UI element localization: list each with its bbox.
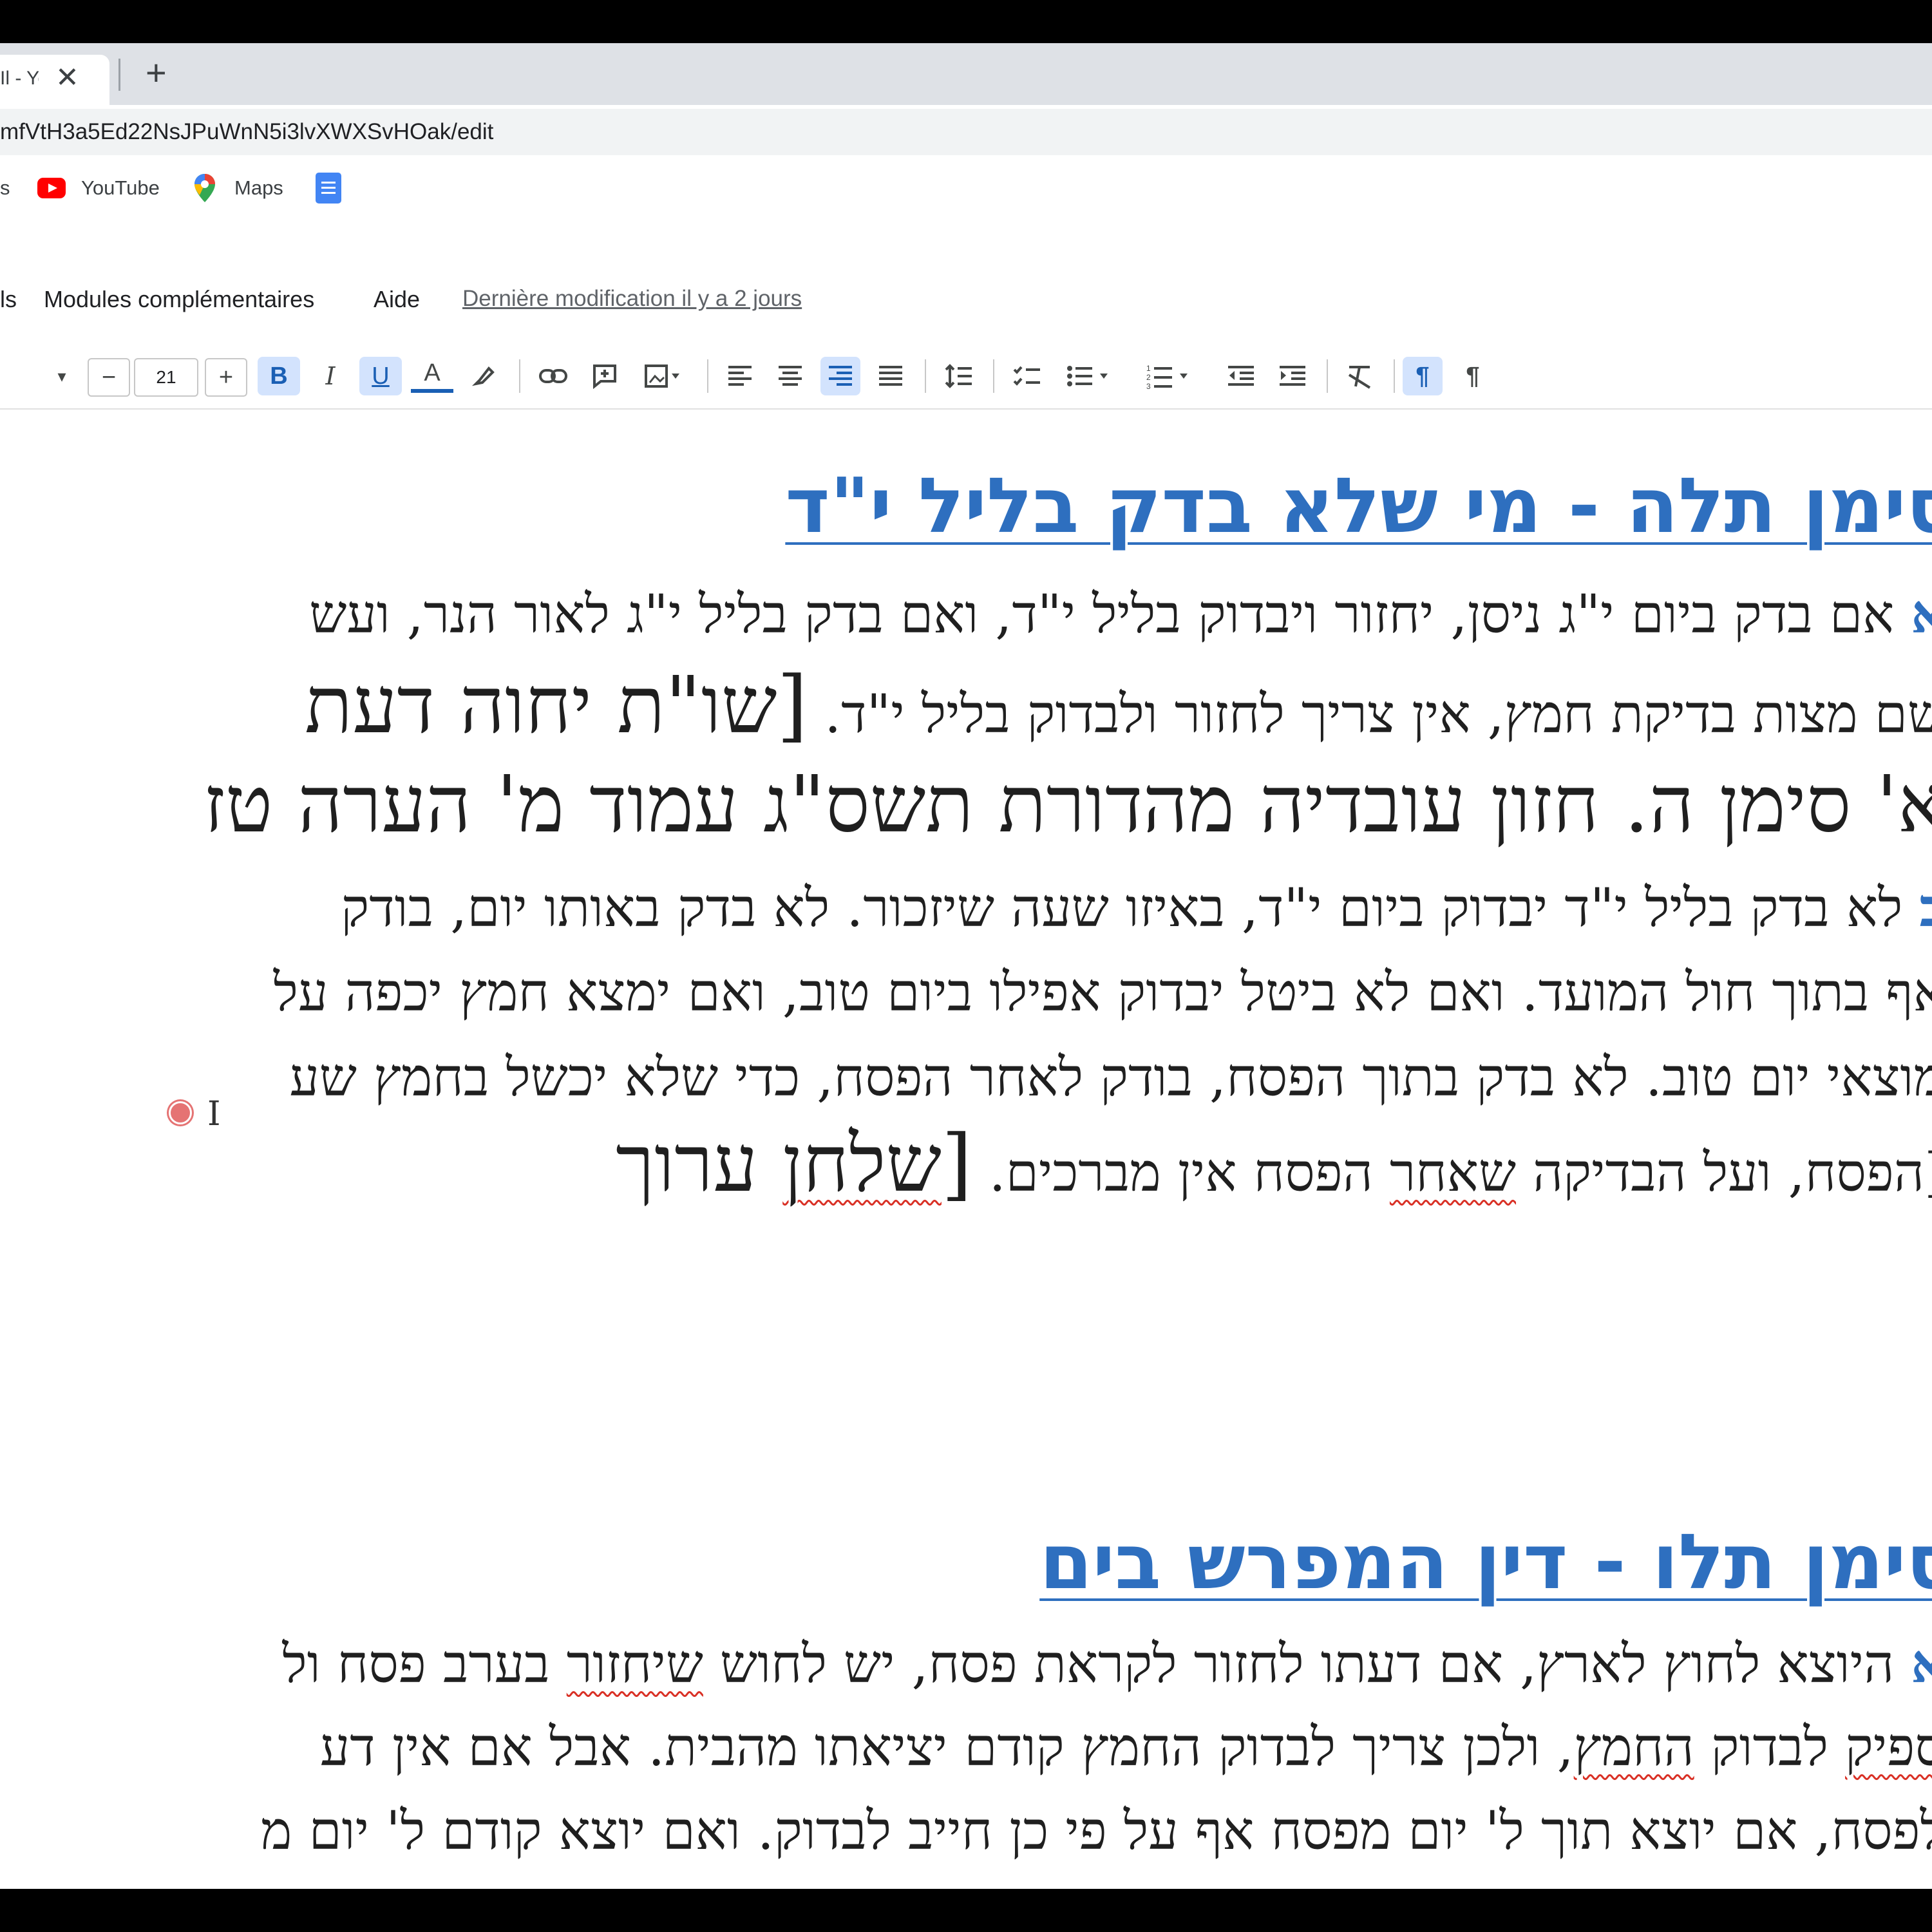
spelling-error: ספיק xyxy=(1845,1717,1932,1778)
spelling-error: שיחזור xyxy=(566,1634,703,1695)
heading-siman-436: סימן תלו - דין המפרש בים xyxy=(1039,1517,1932,1606)
bookmark-prev-label: s xyxy=(0,176,10,199)
spelling-error: שלחן xyxy=(782,1118,942,1209)
formatting-toolbar: ▾ − 21 + B I U A 1 2 3 ¶ ¶ xyxy=(0,344,1932,410)
align-center-icon[interactable] xyxy=(770,357,810,395)
docs-icon xyxy=(316,173,341,204)
paragraph-line: א' סימן ה. חזון עובדיה מהדורת תשס"ג עמוד… xyxy=(203,759,1932,850)
rtl-paragraph-icon[interactable]: ¶ xyxy=(1403,357,1443,395)
clear-formatting-icon[interactable] xyxy=(1340,357,1379,395)
spelling-error: שאחר xyxy=(1389,1142,1517,1204)
font-dropdown-chevron-icon[interactable]: ▾ xyxy=(49,357,75,395)
text-color-button[interactable]: A xyxy=(411,357,453,393)
bookmark-youtube[interactable]: YouTube xyxy=(37,160,160,216)
justify-icon[interactable] xyxy=(871,357,911,395)
menu-modules[interactable]: Modules complémentaires xyxy=(44,286,314,313)
bookmark-maps[interactable]: Maps xyxy=(192,160,283,216)
align-right-icon[interactable] xyxy=(820,357,860,395)
paragraph-line: שם מצות בדיקת חמץ, אין צריך לחזור ולבדוק… xyxy=(305,659,1932,751)
browser-tab[interactable]: Il - You ✕ xyxy=(0,55,109,105)
tab-separator xyxy=(118,59,120,91)
spelling-error: החמץ xyxy=(1573,1717,1694,1778)
new-tab-button[interactable]: + xyxy=(146,53,167,92)
underline-button[interactable]: U xyxy=(359,357,402,395)
increase-font-size-button[interactable]: + xyxy=(205,358,247,397)
paragraph-line: אף בתוך חול המועד. ואם לא ביטל יבדוק אפי… xyxy=(273,962,1932,1023)
bookmark-prev[interactable]: s xyxy=(0,160,10,216)
decrease-indent-icon[interactable] xyxy=(1221,357,1261,395)
font-size-input[interactable]: 21 xyxy=(134,358,198,397)
close-icon[interactable]: ✕ xyxy=(55,59,79,97)
collaborator-cursor-icon xyxy=(169,1101,192,1124)
highlight-icon[interactable] xyxy=(464,357,504,395)
line-spacing-icon[interactable] xyxy=(939,357,979,395)
svg-text:2: 2 xyxy=(1146,373,1151,382)
maps-pin-icon xyxy=(194,174,215,202)
insert-image-icon[interactable] xyxy=(635,357,693,395)
url-field[interactable]: mfVtH3a5Ed22NsJPuWnN5i3lvXWXSvHOak/edit xyxy=(0,109,1932,155)
paragraph-line: א היוצא לחוץ לארץ, אם דעתו לחזור לקראת פ… xyxy=(282,1633,1932,1695)
bookmarks-bar: s YouTube Maps xyxy=(0,160,1932,218)
document-body[interactable]: סימן תלה - מי שלא בדק בליל י"ד א אם בדק … xyxy=(0,410,1932,1889)
paragraph-line: ב לא בדק בליל י"ד יבדוק ביום י"ד, באיזו … xyxy=(341,877,1932,939)
tab-strip: Il - You ✕ + xyxy=(0,43,1932,105)
svg-text:1: 1 xyxy=(1146,364,1151,373)
italic-button[interactable]: I xyxy=(309,357,352,395)
docs-menubar: ls Modules complémentaires Aide Dernière… xyxy=(0,216,1932,313)
paragraph-line: לפסח, אם יוצא תוך ל' יום מפסח אף על פי כ… xyxy=(260,1801,1932,1862)
decrease-font-size-button[interactable]: − xyxy=(88,358,130,397)
svg-text:3: 3 xyxy=(1146,382,1151,389)
bookmark-maps-label: Maps xyxy=(234,176,283,199)
paragraph-line: מוצאי יום טוב. לא בדק בתוך הפסח, בודק לא… xyxy=(289,1047,1932,1108)
checklist-icon[interactable] xyxy=(1007,357,1047,395)
ltr-paragraph-icon[interactable]: ¶ xyxy=(1453,357,1493,395)
bulleted-list-icon[interactable] xyxy=(1060,357,1118,395)
menu-help[interactable]: Aide xyxy=(374,286,420,313)
bookmark-docs[interactable] xyxy=(316,160,341,216)
paragraph-line: [הפסח, ועל הבדיקה שאחר הפסח אין מברכים. … xyxy=(616,1118,1932,1209)
menu-tools[interactable]: ls xyxy=(0,286,17,313)
text-cursor-icon: I xyxy=(207,1095,221,1133)
comment-icon[interactable] xyxy=(583,357,626,395)
last-edit-link[interactable]: Dernière modification il y a 2 jours xyxy=(462,286,802,312)
youtube-icon xyxy=(37,178,66,198)
address-bar: mfVtH3a5Ed22NsJPuWnN5i3lvXWXSvHOak/edit xyxy=(0,105,1932,160)
increase-indent-icon[interactable] xyxy=(1273,357,1312,395)
heading-siman-435: סימן תלה - מי שלא בדק בליל י"ד xyxy=(785,461,1932,550)
numbered-list-icon[interactable]: 123 xyxy=(1140,357,1198,395)
link-icon[interactable] xyxy=(532,357,574,395)
screen: Il - You ✕ + mfVtH3a5Ed22NsJPuWnN5i3lvXW… xyxy=(0,43,1932,1889)
bold-button[interactable]: B xyxy=(258,357,300,395)
paragraph-line: א אם בדק ביום י"ג ניסן, יחזור ויבדוק בלי… xyxy=(309,583,1932,645)
bookmark-youtube-label: YouTube xyxy=(81,176,160,199)
align-left-icon[interactable] xyxy=(720,357,760,395)
paragraph-line: ספיק לבדוק החמץ, ולכן צריך לבדוק החמץ קו… xyxy=(320,1717,1932,1778)
tab-title: Il - You xyxy=(0,68,39,89)
